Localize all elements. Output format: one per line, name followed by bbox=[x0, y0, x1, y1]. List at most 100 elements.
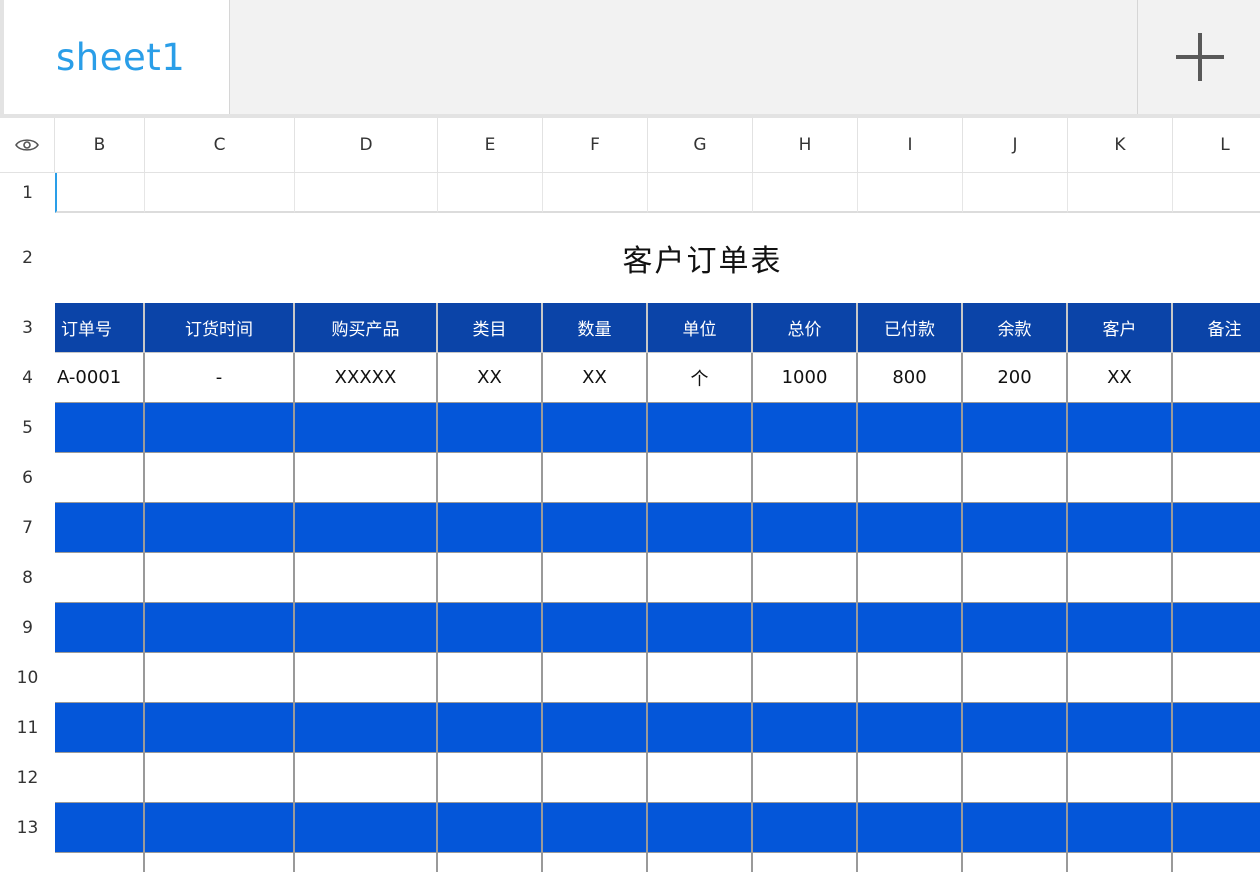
table-cell[interactable] bbox=[543, 803, 648, 853]
table-cell[interactable] bbox=[648, 853, 753, 872]
table-cell[interactable] bbox=[1173, 553, 1260, 603]
table-header-cell[interactable]: 单位 bbox=[648, 303, 753, 353]
table-cell[interactable] bbox=[543, 553, 648, 603]
table-cell[interactable] bbox=[295, 503, 438, 553]
table-cell[interactable] bbox=[55, 503, 145, 553]
table-cell[interactable] bbox=[438, 853, 543, 872]
visibility-toggle[interactable] bbox=[0, 118, 55, 173]
table-cell[interactable] bbox=[55, 553, 145, 603]
table-cell[interactable] bbox=[858, 553, 963, 603]
table-cell[interactable] bbox=[753, 703, 858, 753]
table-cell[interactable] bbox=[753, 753, 858, 803]
table-cell[interactable] bbox=[753, 453, 858, 503]
cell-i1[interactable] bbox=[858, 173, 963, 213]
table-cell[interactable]: 个 bbox=[648, 353, 753, 403]
cell-b1[interactable] bbox=[55, 173, 145, 213]
table-cell[interactable] bbox=[963, 753, 1068, 803]
cell-c1[interactable] bbox=[145, 173, 295, 213]
row-header-1[interactable]: 1 bbox=[0, 173, 55, 213]
table-cell[interactable] bbox=[438, 453, 543, 503]
table-cell[interactable] bbox=[1173, 803, 1260, 853]
table-cell[interactable] bbox=[858, 703, 963, 753]
table-cell[interactable] bbox=[543, 603, 648, 653]
column-header-l[interactable]: L bbox=[1173, 118, 1260, 173]
table-cell[interactable] bbox=[438, 703, 543, 753]
table-cell[interactable] bbox=[753, 403, 858, 453]
row-header-5[interactable]: 5 bbox=[0, 403, 55, 453]
cell-h1[interactable] bbox=[753, 173, 858, 213]
table-cell[interactable] bbox=[438, 403, 543, 453]
table-cell[interactable] bbox=[1068, 753, 1173, 803]
table-cell[interactable] bbox=[648, 453, 753, 503]
table-cell[interactable] bbox=[963, 553, 1068, 603]
table-cell[interactable] bbox=[543, 753, 648, 803]
column-header-h[interactable]: H bbox=[753, 118, 858, 173]
table-cell[interactable] bbox=[753, 803, 858, 853]
cell-k1[interactable] bbox=[1068, 173, 1173, 213]
table-cell[interactable] bbox=[1173, 853, 1260, 872]
table-header-cell[interactable]: 客户 bbox=[1068, 303, 1173, 353]
table-cell[interactable] bbox=[1068, 703, 1173, 753]
table-cell[interactable]: 800 bbox=[858, 353, 963, 403]
table-cell[interactable] bbox=[295, 653, 438, 703]
table-cell[interactable] bbox=[145, 603, 295, 653]
table-cell[interactable] bbox=[858, 403, 963, 453]
table-cell[interactable] bbox=[55, 653, 145, 703]
table-header-cell[interactable]: 余款 bbox=[963, 303, 1068, 353]
table-cell[interactable] bbox=[295, 853, 438, 872]
table-cell[interactable] bbox=[1173, 353, 1260, 403]
column-header-k[interactable]: K bbox=[1068, 118, 1173, 173]
sheet-tab-sheet1[interactable]: sheet1 bbox=[4, 0, 230, 114]
column-header-f[interactable]: F bbox=[543, 118, 648, 173]
table-cell[interactable] bbox=[55, 603, 145, 653]
table-cell[interactable] bbox=[295, 453, 438, 503]
table-cell[interactable] bbox=[858, 803, 963, 853]
cell-l1[interactable] bbox=[1173, 173, 1260, 213]
table-cell[interactable] bbox=[438, 553, 543, 603]
row-header-4[interactable]: 4 bbox=[0, 353, 55, 403]
table-cell[interactable] bbox=[858, 753, 963, 803]
table-cell[interactable] bbox=[963, 853, 1068, 872]
table-cell[interactable] bbox=[543, 653, 648, 703]
column-header-e[interactable]: E bbox=[438, 118, 543, 173]
table-cell[interactable] bbox=[438, 803, 543, 853]
table-cell[interactable] bbox=[858, 453, 963, 503]
table-cell[interactable] bbox=[648, 653, 753, 703]
table-cell[interactable] bbox=[648, 703, 753, 753]
row-header-12[interactable]: 12 bbox=[0, 753, 55, 803]
cell-j1[interactable] bbox=[963, 173, 1068, 213]
table-cell[interactable] bbox=[648, 403, 753, 453]
table-cell[interactable] bbox=[963, 403, 1068, 453]
table-cell[interactable] bbox=[145, 753, 295, 803]
row-header-11[interactable]: 11 bbox=[0, 703, 55, 753]
table-header-cell[interactable]: 订货时间 bbox=[145, 303, 295, 353]
row-header-10[interactable]: 10 bbox=[0, 653, 55, 703]
table-cell[interactable] bbox=[1173, 453, 1260, 503]
table-cell[interactable] bbox=[753, 603, 858, 653]
table-cell[interactable]: XXXXX bbox=[295, 353, 438, 403]
table-cell[interactable] bbox=[1068, 453, 1173, 503]
table-cell[interactable] bbox=[648, 503, 753, 553]
table-header-cell[interactable]: 类目 bbox=[438, 303, 543, 353]
table-cell[interactable] bbox=[55, 803, 145, 853]
table-cell[interactable] bbox=[963, 453, 1068, 503]
table-cell[interactable] bbox=[1173, 603, 1260, 653]
table-header-cell[interactable]: 备注 bbox=[1173, 303, 1260, 353]
table-cell[interactable] bbox=[648, 753, 753, 803]
table-cell[interactable] bbox=[648, 803, 753, 853]
table-cell[interactable] bbox=[858, 853, 963, 872]
row-header-3[interactable]: 3 bbox=[0, 303, 55, 353]
table-cell[interactable] bbox=[1068, 803, 1173, 853]
table-cell[interactable] bbox=[438, 603, 543, 653]
table-cell[interactable] bbox=[963, 653, 1068, 703]
table-cell[interactable] bbox=[295, 753, 438, 803]
table-cell[interactable]: A-0001 bbox=[55, 353, 145, 403]
table-cell[interactable] bbox=[1068, 553, 1173, 603]
cell-e1[interactable] bbox=[438, 173, 543, 213]
table-cell[interactable] bbox=[963, 603, 1068, 653]
table-cell[interactable] bbox=[1068, 403, 1173, 453]
row-header-2[interactable]: 2 bbox=[0, 213, 55, 303]
table-cell[interactable] bbox=[295, 553, 438, 603]
add-sheet-button[interactable] bbox=[1137, 0, 1260, 114]
table-cell[interactable] bbox=[1173, 403, 1260, 453]
